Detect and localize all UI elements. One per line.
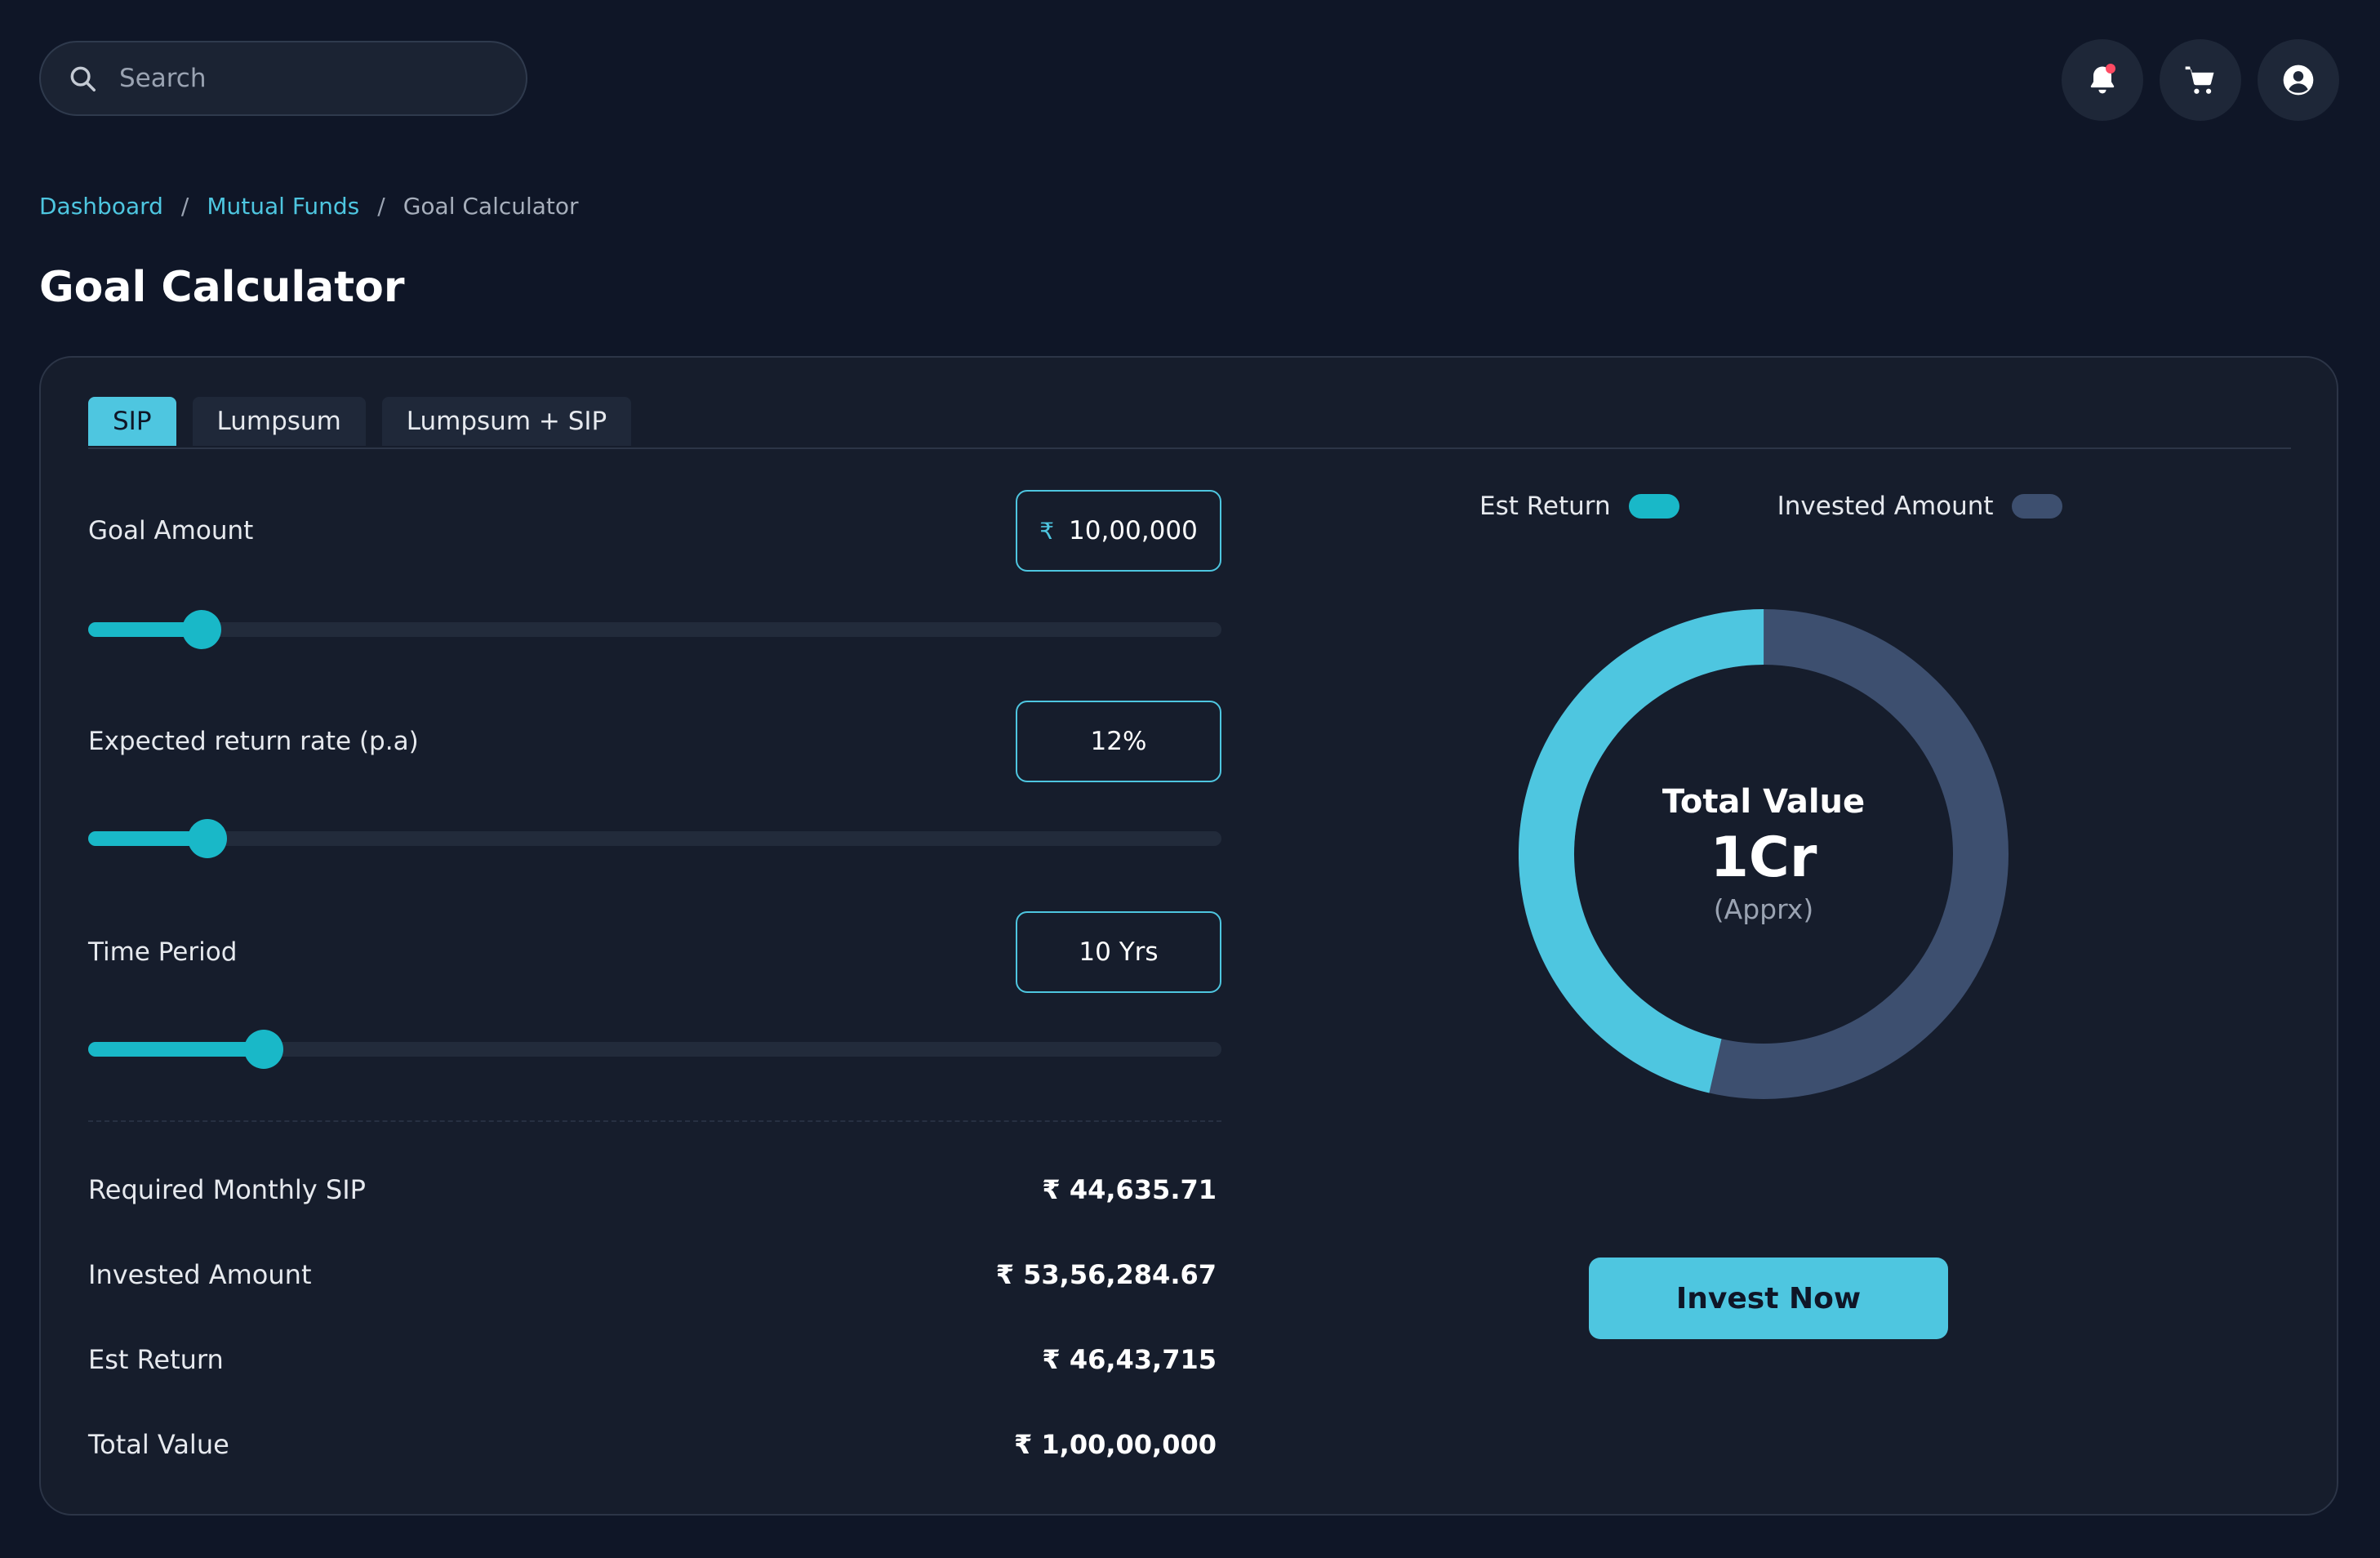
calculator-tabs: SIP Lumpsum Lumpsum + SIP (88, 397, 2291, 449)
notification-dot (2106, 64, 2115, 73)
legend-invested-amount: Invested Amount (1777, 492, 2062, 521)
top-actions (2062, 39, 2339, 121)
result-value: ₹ 44,635.71 (1042, 1174, 1217, 1205)
slider-thumb[interactable] (181, 610, 221, 649)
donut-center: Total Value 1Cr (Apprx) (1519, 609, 2009, 1099)
chart-legend: Est Return Invested Amount (1479, 492, 2160, 521)
goal-amount-slider[interactable] (88, 610, 1221, 649)
breadcrumb-current: Goal Calculator (403, 193, 579, 220)
goal-amount-input[interactable]: ₹ 10,00,000 (1016, 490, 1221, 572)
result-row-total-value: Total Value ₹ 1,00,00,000 (88, 1429, 1217, 1460)
result-value: ₹ 1,00,00,000 (1014, 1429, 1217, 1460)
cart-button[interactable] (2160, 39, 2241, 121)
breadcrumb: Dashboard / Mutual Funds / Goal Calculat… (39, 193, 579, 220)
search-bar[interactable] (39, 41, 527, 116)
page-title: Goal Calculator (39, 263, 405, 312)
time-period-slider[interactable] (88, 1030, 1221, 1069)
result-row-invested-amount: Invested Amount ₹ 53,56,284.67 (88, 1259, 1217, 1290)
search-input[interactable] (118, 63, 480, 94)
goal-amount-value: 10,00,000 (1069, 516, 1198, 545)
breadcrumb-mutual-funds[interactable]: Mutual Funds (207, 193, 359, 220)
return-rate-input[interactable]: 12% (1016, 701, 1221, 782)
profile-button[interactable] (2258, 39, 2339, 121)
tab-sip[interactable]: SIP (88, 397, 176, 446)
result-label: Invested Amount (88, 1259, 312, 1290)
invest-now-button[interactable]: Invest Now (1589, 1258, 1948, 1339)
time-period-input[interactable]: 10 Yrs (1016, 911, 1221, 993)
result-value: ₹ 46,43,715 (1042, 1344, 1217, 1375)
notifications-button[interactable] (2062, 39, 2143, 121)
tab-lumpsum[interactable]: Lumpsum (192, 397, 366, 446)
return-rate-slider[interactable] (88, 819, 1221, 858)
legend-swatch-invested (2011, 494, 2062, 519)
time-period-value: 10 Yrs (1079, 937, 1159, 967)
search-icon (70, 66, 96, 91)
user-icon (2283, 65, 2314, 96)
result-value: ₹ 53,56,284.67 (995, 1259, 1217, 1290)
result-label: Required Monthly SIP (88, 1174, 366, 1205)
legend-swatch-est-return (1628, 494, 1679, 519)
slider-thumb[interactable] (244, 1030, 284, 1069)
divider (88, 1120, 1221, 1122)
breadcrumb-separator: / (377, 193, 385, 220)
result-row-monthly-sip: Required Monthly SIP ₹ 44,635.71 (88, 1174, 1217, 1205)
donut-value: 1Cr (1710, 826, 1817, 890)
result-label: Est Return (88, 1344, 224, 1375)
calculator-card: SIP Lumpsum Lumpsum + SIP Goal Amount ₹ … (39, 356, 2338, 1516)
return-rate-value: 12% (1090, 727, 1147, 756)
rupee-icon: ₹ (1039, 517, 1055, 545)
result-row-est-return: Est Return ₹ 46,43,715 (88, 1344, 1217, 1375)
cart-icon (2185, 66, 2214, 94)
goal-amount-label: Goal Amount (88, 516, 254, 545)
return-rate-label: Expected return rate (p.a) (88, 727, 419, 756)
legend-label: Invested Amount (1777, 492, 1994, 521)
slider-fill (88, 1042, 265, 1057)
legend-label: Est Return (1479, 492, 1611, 521)
result-label: Total Value (88, 1429, 229, 1460)
slider-thumb[interactable] (187, 819, 227, 858)
donut-sub: (Apprx) (1713, 893, 1814, 925)
breadcrumb-dashboard[interactable]: Dashboard (39, 193, 163, 220)
time-period-label: Time Period (88, 937, 238, 967)
legend-est-return: Est Return (1479, 492, 1679, 521)
tab-lumpsum-sip[interactable]: Lumpsum + SIP (381, 397, 632, 446)
breadcrumb-separator: / (180, 193, 189, 220)
donut-title: Total Value (1662, 783, 1866, 821)
